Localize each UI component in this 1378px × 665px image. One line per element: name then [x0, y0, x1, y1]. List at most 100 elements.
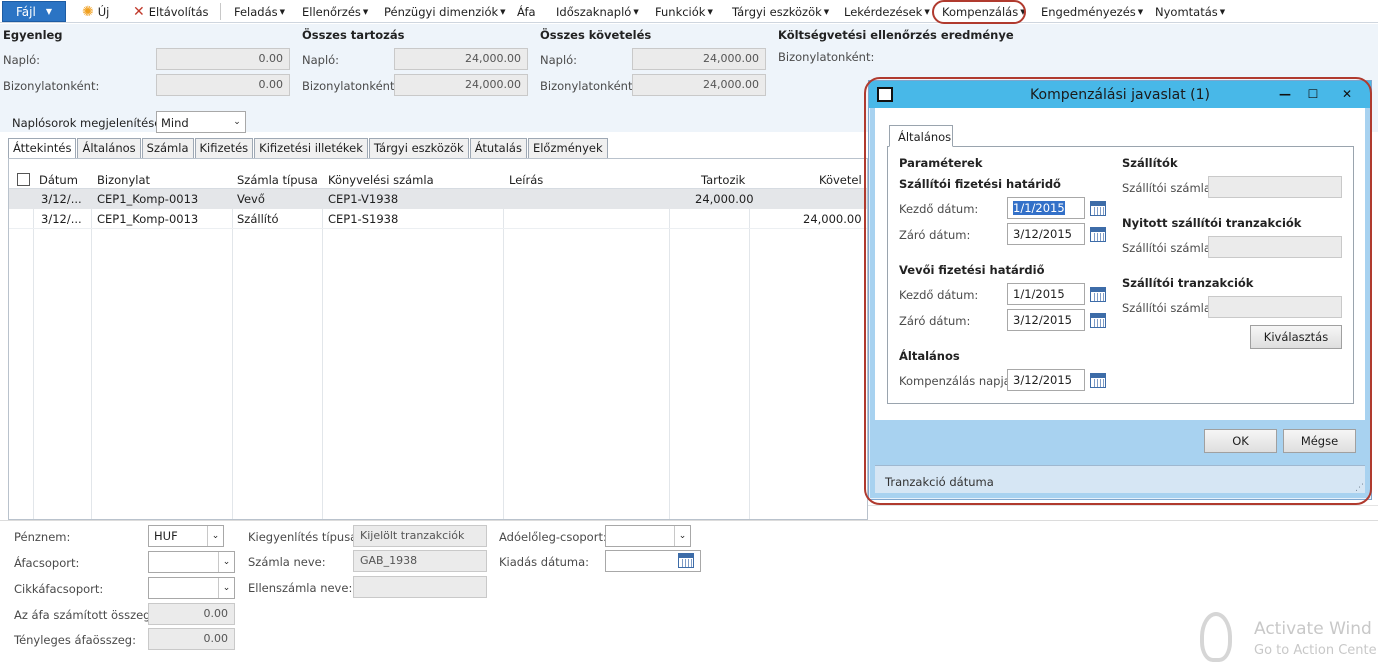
select-all-checkbox[interactable]: [17, 173, 30, 186]
remove-button[interactable]: ✕ Eltávolítás: [133, 3, 209, 20]
chevron-down-icon: ⌄: [207, 526, 223, 546]
caret-down-icon: ▼: [1137, 7, 1144, 16]
menu-item-assignment[interactable]: Engedményezés ▼: [1041, 3, 1143, 20]
tax-prepayment-group-label: Adóelőleg-csoport:: [499, 530, 607, 544]
calendar-icon[interactable]: [678, 553, 694, 568]
cell-account-type: Szállító: [237, 212, 279, 226]
actual-vat-field: 0.00: [148, 628, 235, 650]
cell-account-type: Vevő: [237, 192, 265, 206]
cell-credit: 24,000.00: [803, 212, 862, 226]
offset-account-name-label: Ellenszámla neve:: [248, 581, 353, 595]
tab-payment-fees[interactable]: Kifizetési illetékek: [254, 138, 368, 158]
caret-down-icon: ▼: [362, 7, 369, 16]
tab-strip: Áttekintés Általános Számla Kifizetés Ki…: [8, 138, 609, 159]
debit-title: Összes tartozás: [302, 28, 405, 42]
tab-overview[interactable]: Áttekintés: [8, 138, 77, 159]
menu-item-inquiries[interactable]: Lekérdezések ▼: [844, 3, 930, 20]
activate-windows-watermark: Activate Wind: [1254, 619, 1372, 639]
grid-header: Dátum Bizonylat Számla típusa Könyvelési…: [9, 170, 867, 189]
menu-item-print[interactable]: Nyomtatás ▼: [1155, 3, 1225, 20]
menu-label: Pénzügyi dimenziók: [384, 4, 499, 19]
grid-filler: [868, 505, 1378, 520]
budget-title: Költségvetési ellenőrzés eredménye: [778, 28, 1014, 42]
account-name-field: GAB_1938: [353, 550, 487, 572]
table-row[interactable]: 3/12/... CEP1_Komp-0013 Vevő CEP1-V1938 …: [9, 189, 867, 209]
settlement-type-field: Kijelölt tranzakciók: [353, 525, 487, 547]
tab-transfer[interactable]: Átutalás: [469, 138, 527, 158]
settlement-type-label: Kiegyenlítés típusa:: [248, 530, 362, 544]
menu-item-vat[interactable]: Áfa: [517, 3, 536, 20]
show-lines-select[interactable]: Mind ⌄: [156, 111, 246, 133]
caret-down-icon: ▼: [279, 7, 286, 16]
credit-journal-label: Napló:: [540, 53, 578, 67]
chevron-down-icon: ▼: [45, 7, 52, 16]
balance-voucher-label: Bizonylatonként:: [3, 79, 100, 93]
menu-label: Időszaknapló: [556, 4, 632, 19]
highlight-annotation: [864, 77, 1372, 505]
currency-select[interactable]: HUF ⌄: [148, 525, 224, 547]
file-label: Fájl: [16, 4, 36, 19]
col-header-date[interactable]: Dátum: [39, 173, 78, 187]
cell-debit: 24,000.00: [695, 192, 754, 206]
issue-date-field[interactable]: [605, 550, 701, 572]
col-header-voucher[interactable]: Bizonylat: [97, 173, 150, 187]
col-header-credit[interactable]: Követel: [819, 173, 862, 187]
item-vat-group-label: Cikkáfacsoport:: [14, 582, 104, 596]
credit-voucher-field: 24,000.00: [632, 74, 766, 96]
offset-account-name-field: [353, 576, 487, 598]
chevron-down-icon: ⌄: [233, 117, 241, 127]
debit-voucher-field: 24,000.00: [394, 74, 528, 96]
sun-icon: ✺: [82, 3, 94, 20]
account-name-label: Számla neve:: [248, 555, 326, 569]
menu-item-fixed-assets[interactable]: Tárgyi eszközök ▼: [732, 3, 829, 20]
chevron-down-icon: ⌄: [218, 578, 234, 598]
tab-fixed-assets[interactable]: Tárgyi eszközök: [368, 138, 469, 158]
menu-item-posting[interactable]: Feladás ▼: [234, 3, 285, 20]
col-header-ledger-account[interactable]: Könyvelési számla: [328, 173, 434, 187]
file-menu-button[interactable]: Fájl ▼: [2, 1, 66, 22]
table-row[interactable]: 3/12/... CEP1_Komp-0013 Szállító CEP1-S1…: [9, 209, 867, 229]
credit-journal-field: 24,000.00: [632, 48, 766, 70]
action-center-watermark: Go to Action Cente: [1254, 643, 1377, 658]
budget-voucher-label: Bizonylatonként:: [778, 50, 875, 64]
menu-bar: Fájl ▼ ✺ Új ✕ Eltávolítás Feladás ▼ Ellenőrz…: [0, 0, 1378, 24]
menu-label: Ellenőrzés: [302, 4, 361, 19]
tax-prepayment-group-select[interactable]: ⌄: [605, 525, 691, 547]
debit-voucher-label: Bizonylatonként:: [302, 79, 399, 93]
tab-general[interactable]: Általános: [77, 138, 141, 158]
close-icon: ✕: [133, 3, 145, 20]
tab-payment[interactable]: Kifizetés: [194, 138, 254, 158]
currency-value: HUF: [154, 529, 178, 543]
new-button[interactable]: ✺ Új: [82, 3, 109, 20]
col-header-account-type[interactable]: Számla típusa: [237, 173, 318, 187]
debit-journal-label: Napló:: [302, 53, 340, 67]
balance-voucher-field: 0.00: [156, 74, 290, 96]
remove-label: Eltávolítás: [148, 4, 209, 19]
cell-date: 3/12/...: [41, 212, 82, 226]
caret-down-icon: ▼: [633, 7, 639, 16]
col-header-debit[interactable]: Tartozik: [701, 173, 745, 187]
menu-item-validation[interactable]: Ellenőrzés ▼: [302, 3, 368, 20]
menu-item-functions[interactable]: Funkciók ▼: [655, 3, 713, 20]
tab-invoice[interactable]: Számla: [141, 138, 194, 158]
credit-voucher-label: Bizonylatonként:: [540, 79, 637, 93]
cell-voucher: CEP1_Komp-0013: [97, 192, 199, 206]
menu-label: Nyomtatás: [1155, 4, 1218, 19]
balance-journal-label: Napló:: [3, 53, 41, 67]
tab-history[interactable]: Előzmények: [527, 138, 608, 158]
new-label: Új: [97, 4, 110, 19]
menu-label: Lekérdezések: [844, 4, 923, 19]
caret-down-icon: ▼: [1219, 7, 1226, 16]
item-vat-group-select[interactable]: ⌄: [148, 577, 235, 599]
col-header-description[interactable]: Leírás: [509, 173, 543, 187]
calculated-vat-field: 0.00: [148, 603, 235, 625]
vat-group-select[interactable]: ⌄: [148, 551, 235, 573]
balance-journal-field: 0.00: [156, 48, 290, 70]
chevron-down-icon: ⌄: [218, 552, 234, 572]
vat-group-label: Áfacsoport:: [14, 556, 80, 570]
menu-label: Funkciók: [655, 4, 706, 19]
menu-item-financial-dimensions[interactable]: Pénzügyi dimenziók ▼: [384, 3, 506, 20]
menu-item-period-journal[interactable]: Időszaknapló ▼: [556, 3, 639, 20]
caret-down-icon: ▼: [924, 7, 930, 16]
caret-down-icon: ▼: [500, 7, 506, 16]
